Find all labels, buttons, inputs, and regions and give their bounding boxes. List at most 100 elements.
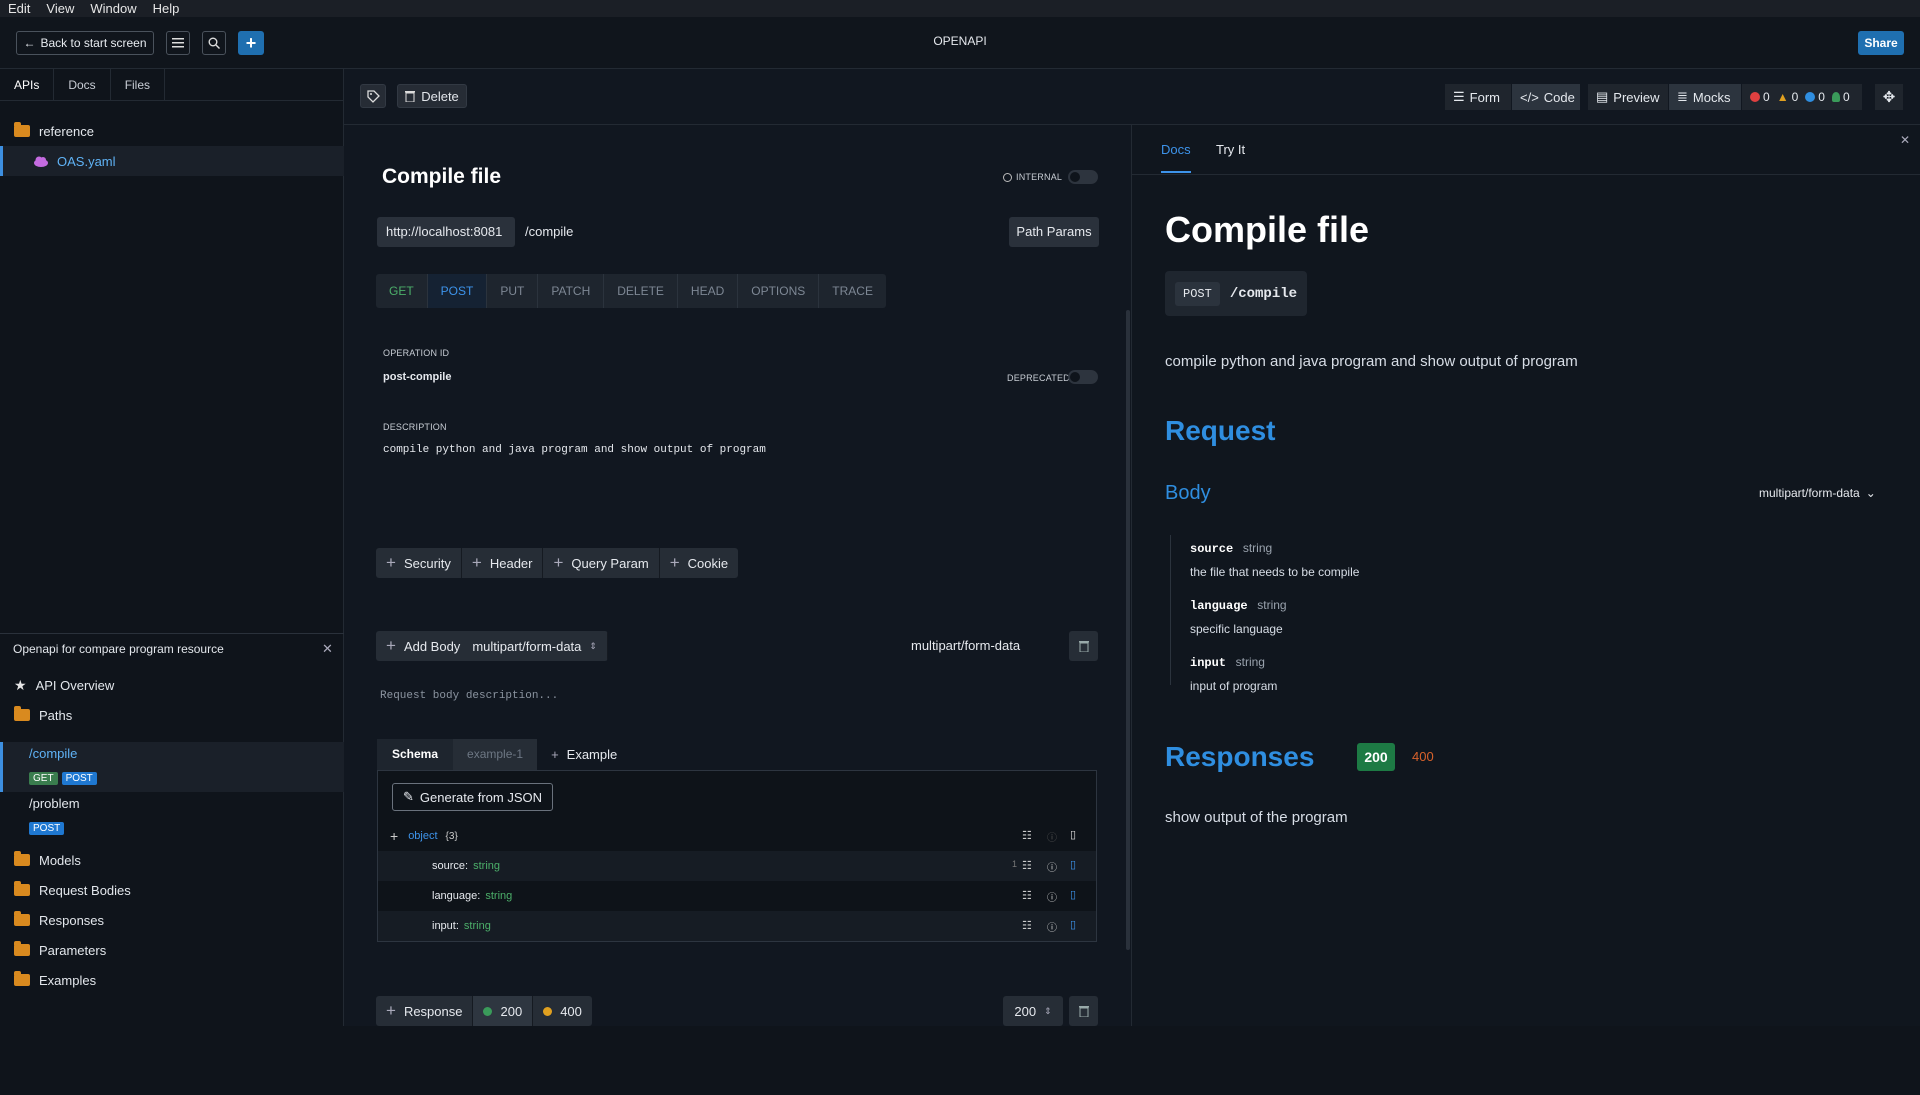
add-query-param-button[interactable]: + Query Param bbox=[543, 548, 660, 578]
folder-icon bbox=[14, 911, 30, 926]
book-icon[interactable]: ▯ bbox=[1070, 888, 1076, 901]
body-description-input[interactable]: Request body description... bbox=[380, 690, 558, 702]
trash-icon bbox=[405, 91, 416, 102]
response-tab-200[interactable]: 200 bbox=[473, 996, 534, 1026]
nav-responses[interactable]: Responses bbox=[0, 905, 344, 935]
operation-title[interactable]: Compile file bbox=[382, 165, 501, 189]
path-input[interactable]: /compile bbox=[525, 224, 573, 239]
book-icon[interactable]: ▯ bbox=[1070, 918, 1076, 931]
add-response-button[interactable]: + Response bbox=[376, 996, 474, 1026]
generate-from-json-button[interactable]: ✎ Generate from JSON bbox=[392, 783, 554, 811]
method-tab-patch[interactable]: PATCH bbox=[538, 274, 605, 308]
expand-icon: + bbox=[390, 828, 399, 844]
method-tab-put[interactable]: PUT bbox=[487, 274, 539, 308]
info-circle-icon[interactable]: ⓘ bbox=[1047, 919, 1057, 934]
response-code-select[interactable]: 200 ⇕ bbox=[1003, 996, 1063, 1026]
nav-request-bodies[interactable]: Request Bodies bbox=[0, 875, 344, 905]
operation-id-input[interactable]: post-compile bbox=[383, 371, 451, 383]
tab-docs[interactable]: Docs bbox=[54, 69, 111, 100]
method-tab-head[interactable]: HEAD bbox=[678, 274, 739, 308]
add-cookie-button[interactable]: + Cookie bbox=[659, 548, 739, 578]
description-label: DESCRIPTION bbox=[383, 422, 447, 432]
add-body-button[interactable]: + Add Body bbox=[376, 631, 471, 661]
mocks-button[interactable]: ≣ Mocks bbox=[1669, 84, 1741, 110]
nav-parameters[interactable]: Parameters bbox=[0, 935, 344, 965]
code-toggle[interactable]: </> Code bbox=[1512, 84, 1580, 110]
add-example-button[interactable]: + Example bbox=[537, 739, 631, 770]
list-options-icon[interactable]: ☷ bbox=[1022, 859, 1032, 872]
delete-response-button[interactable] bbox=[1069, 996, 1098, 1026]
book-icon[interactable]: ▯ bbox=[1070, 858, 1076, 871]
share-button[interactable]: Share bbox=[1858, 31, 1904, 55]
list-options-icon[interactable]: ☷ bbox=[1022, 919, 1032, 932]
list-options-icon[interactable]: ☷ bbox=[1022, 829, 1032, 842]
preview-button[interactable]: ▤ Preview bbox=[1588, 84, 1668, 110]
path-params-button[interactable]: Path Params bbox=[1009, 217, 1099, 247]
menu-help[interactable]: Help bbox=[145, 0, 188, 17]
tree-folder-reference[interactable]: reference bbox=[0, 116, 344, 146]
method-tab-options[interactable]: OPTIONS bbox=[738, 274, 820, 308]
list-options-icon[interactable]: ☷ bbox=[1022, 889, 1032, 902]
content-type-input[interactable]: multipart/form-data bbox=[911, 638, 1020, 653]
nav-api-overview[interactable]: ★ API Overview bbox=[0, 670, 344, 700]
tree-file-oas[interactable]: OAS.yaml bbox=[0, 146, 344, 176]
schema-prop-row[interactable]: input: string ☷ ⓘ ▯ bbox=[378, 911, 1096, 941]
docs-field: input string input of program bbox=[1190, 655, 1278, 693]
plus-icon: + bbox=[386, 636, 396, 655]
nav-path-compile[interactable]: /compile GET POST bbox=[0, 742, 344, 792]
tab-apis[interactable]: APIs bbox=[0, 69, 55, 100]
method-tab-get[interactable]: GET bbox=[376, 274, 428, 308]
schema-prop-row[interactable]: source: string 1 ☷ ⓘ ▯ bbox=[378, 851, 1096, 881]
nav-examples[interactable]: Examples bbox=[0, 965, 344, 995]
menu-view[interactable]: View bbox=[38, 0, 82, 17]
description-input[interactable]: compile python and java program and show… bbox=[383, 444, 766, 456]
docs-response-200[interactable]: 200 bbox=[1357, 743, 1395, 771]
close-project-icon[interactable]: ✕ bbox=[322, 641, 333, 657]
delete-body-button[interactable] bbox=[1069, 631, 1098, 661]
menu-edit[interactable]: Edit bbox=[0, 0, 38, 17]
schema-prop-row[interactable]: language: string ☷ ⓘ ▯ bbox=[378, 881, 1096, 911]
editor-scrollbar[interactable] bbox=[1126, 310, 1130, 950]
method-badge-post: POST bbox=[29, 822, 65, 835]
diagnostics-counts[interactable]: 0 ▲ 0 0 0 bbox=[1742, 84, 1862, 110]
tab-try-it[interactable]: Try It bbox=[1216, 142, 1245, 157]
move-button[interactable]: ✥ bbox=[1875, 84, 1903, 110]
docs-content-type-select[interactable]: multipart/form-data ⌄ bbox=[1759, 486, 1876, 500]
deprecated-toggle[interactable] bbox=[1068, 370, 1098, 384]
docs-response-400[interactable]: 400 bbox=[1412, 749, 1434, 764]
body-content-type-select[interactable]: multipart/form-data ⇕ bbox=[470, 631, 608, 661]
tab-files[interactable]: Files bbox=[111, 69, 166, 100]
form-toggle[interactable]: ☰ Form bbox=[1445, 84, 1511, 110]
operation-id-label: OPERATION ID bbox=[383, 348, 450, 358]
close-docs-icon[interactable]: ✕ bbox=[1900, 133, 1910, 147]
info-circle-icon[interactable]: ⓘ bbox=[1047, 889, 1057, 904]
response-tab-400[interactable]: 400 bbox=[533, 996, 592, 1026]
docs-tabs: Docs Try It ✕ bbox=[1132, 125, 1920, 175]
method-tabs: GET POST PUT PATCH DELETE HEAD OPTIONS T… bbox=[376, 274, 886, 308]
tab-docs-preview[interactable]: Docs bbox=[1161, 142, 1191, 173]
internal-toggle[interactable] bbox=[1068, 170, 1098, 184]
menu-window[interactable]: Window bbox=[82, 0, 144, 17]
add-header-button[interactable]: + Header bbox=[461, 548, 544, 578]
hint-icon bbox=[1831, 92, 1840, 102]
trash-icon bbox=[1078, 641, 1089, 652]
nav-paths[interactable]: Paths bbox=[0, 700, 344, 730]
tab-example-1[interactable]: example-1 bbox=[453, 739, 538, 770]
delete-button[interactable]: Delete bbox=[397, 84, 467, 108]
sort-icon: ⇕ bbox=[1044, 1005, 1052, 1016]
method-tab-delete[interactable]: DELETE bbox=[604, 274, 678, 308]
warning-icon: ▲ bbox=[1776, 90, 1789, 104]
add-security-button[interactable]: + Security bbox=[376, 548, 462, 578]
tab-schema[interactable]: Schema bbox=[377, 739, 454, 770]
method-tab-post[interactable]: POST bbox=[427, 274, 488, 308]
docs-endpoint: POST /compile bbox=[1165, 271, 1308, 316]
nav-models[interactable]: Models bbox=[0, 845, 344, 875]
book-icon[interactable]: ▯ bbox=[1070, 828, 1076, 841]
method-tab-trace[interactable]: TRACE bbox=[819, 274, 886, 308]
info-circle-icon[interactable]: ⓘ bbox=[1047, 829, 1057, 844]
tag-button[interactable] bbox=[360, 84, 386, 108]
server-select[interactable]: http://localhost:8081 bbox=[377, 217, 515, 247]
nav-path-problem[interactable]: /problem POST bbox=[0, 792, 344, 842]
schema-root-row[interactable]: + object {3} ☷ ⓘ ▯ bbox=[378, 821, 1096, 851]
info-circle-icon[interactable]: ⓘ bbox=[1047, 859, 1057, 874]
